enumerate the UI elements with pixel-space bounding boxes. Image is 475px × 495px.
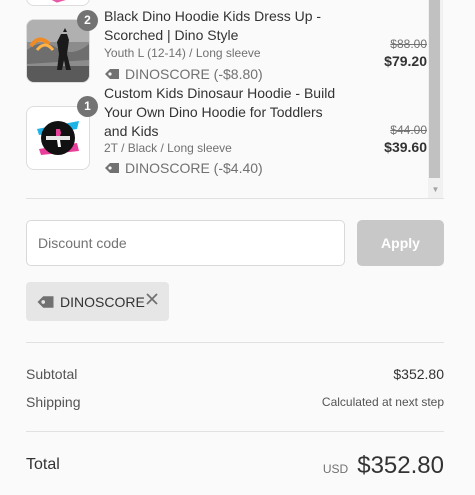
original-price: $44.00 xyxy=(390,123,427,137)
applied-discount-code: DINOSCORE xyxy=(60,293,145,310)
apply-discount-button[interactable]: Apply xyxy=(357,220,444,266)
discount-code-input[interactable] xyxy=(26,220,345,266)
product-thumbnail xyxy=(26,106,90,170)
product-discount-label: DINOSCORE (-$8.80) xyxy=(125,66,263,82)
shipping-label: Shipping xyxy=(26,394,81,410)
product-list: 2 Black Dino Hoodie Kids Dress Up - Scor… xyxy=(0,0,430,198)
quantity-badge: 2 xyxy=(77,10,98,31)
product-discount: DINOSCORE (-$8.80) xyxy=(104,66,263,82)
product-title: Custom Kids Dinosaur Hoodie - Build Your… xyxy=(104,85,336,139)
divider xyxy=(26,431,444,432)
original-price: $88.00 xyxy=(390,37,427,51)
product-price: $39.60 xyxy=(384,139,427,155)
total-amount: USD $352.80 xyxy=(323,452,444,480)
product-title: Black Dino Hoodie Kids Dress Up - Scorch… xyxy=(104,8,322,43)
order-summary: 2 Black Dino Hoodie Kids Dress Up - Scor… xyxy=(0,0,475,495)
grand-total-value: $352.80 xyxy=(357,452,444,479)
subtotal-value: $352.80 xyxy=(393,366,444,382)
tag-icon xyxy=(105,69,119,79)
scrollbar-thumb[interactable] xyxy=(429,0,440,178)
product-discount: DINOSCORE (-$4.40) xyxy=(104,160,263,176)
divider xyxy=(26,342,444,343)
product-list-scrollbar[interactable]: ▼ xyxy=(428,0,443,198)
shipping-value: Calculated at next step xyxy=(321,395,444,409)
product-discount-label: DINOSCORE (-$4.40) xyxy=(125,160,263,176)
product-variant: 2T / Black / Long sleeve xyxy=(104,141,232,155)
tag-icon xyxy=(105,163,119,173)
quantity-badge: 1 xyxy=(77,96,98,117)
scroll-down-arrow-icon[interactable]: ▼ xyxy=(428,186,443,194)
total-label: Total xyxy=(26,456,60,473)
applied-discount-tag: DINOSCORE xyxy=(26,282,169,321)
currency-code: USD xyxy=(322,462,349,476)
tag-icon xyxy=(37,295,54,308)
subtotal-label: Subtotal xyxy=(26,366,78,382)
product-price: $79.20 xyxy=(384,53,427,69)
previous-product-thumbnail xyxy=(26,0,90,6)
product-variant: Youth L (12-14) / Long sleeve xyxy=(104,46,261,60)
divider xyxy=(26,198,444,199)
remove-discount-close-icon[interactable] xyxy=(145,292,159,306)
